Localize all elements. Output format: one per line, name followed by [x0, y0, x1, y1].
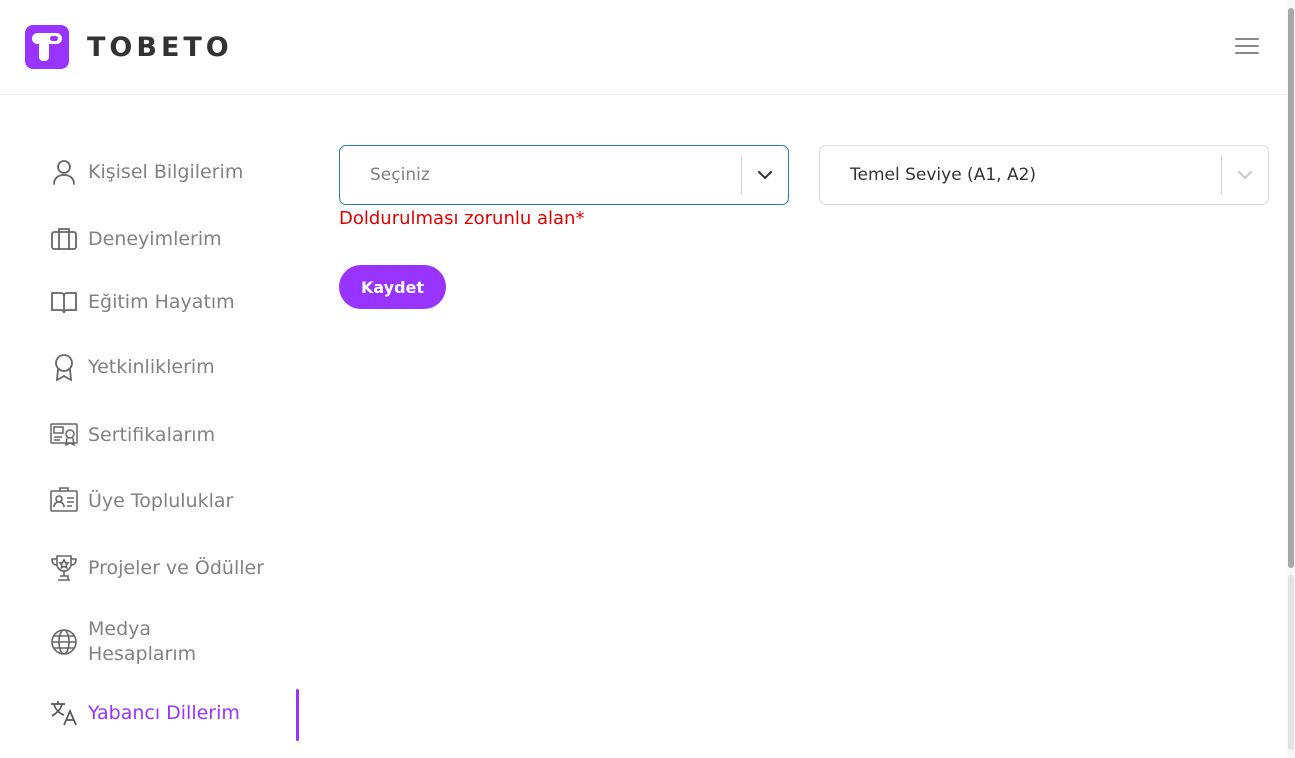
scrollbar-thumb[interactable]: [1288, 8, 1294, 568]
sidebar-item-label: Yabancı Dillerim: [88, 701, 240, 724]
sidebar-item-label: Deneyimlerim: [88, 227, 222, 250]
save-button[interactable]: Kaydet: [339, 265, 446, 309]
sidebar-item-media-accounts[interactable]: Medya Hesaplarım: [48, 617, 300, 667]
globe-icon: [48, 626, 80, 658]
sidebar-item-education[interactable]: Eğitim Hayatım: [48, 286, 300, 318]
language-select[interactable]: Seçiniz: [339, 145, 789, 205]
chevron-down-icon[interactable]: [742, 145, 788, 205]
logo-text: TOBETO: [87, 31, 233, 63]
active-indicator: [296, 689, 299, 741]
sidebar-item-skills[interactable]: Yetkinliklerim: [48, 351, 300, 383]
translate-icon: [48, 697, 80, 729]
sidebar-item-label: Kişisel Bilgilerim: [88, 160, 244, 183]
award-icon: [48, 351, 80, 383]
page-scrollbar[interactable]: [1287, 0, 1295, 758]
sidebar-item-label: Üye Topluluklar: [88, 489, 234, 512]
top-header: TOBETO: [0, 0, 1288, 95]
sidebar-item-label: Medya Hesaplarım: [88, 618, 197, 665]
chevron-down-icon[interactable]: [1222, 145, 1268, 205]
sidebar-item-label: Sertifikalarım: [88, 423, 216, 446]
sidebar-item-label: Yetkinliklerim: [88, 355, 215, 378]
sidebar-item-label: Eğitim Hayatım: [88, 290, 235, 313]
tobeto-logo[interactable]: TOBETO: [25, 25, 233, 69]
book-icon: [48, 286, 80, 318]
sidebar-item-communities[interactable]: Üye Topluluklar: [48, 485, 300, 517]
sidebar-item-foreign-languages[interactable]: Yabancı Dillerim: [48, 697, 300, 729]
level-select-value: Temel Seviye (A1, A2): [850, 165, 1037, 185]
sidebar-item-label: Projeler ve Ödüller: [88, 556, 265, 579]
logo-mark-icon: [25, 25, 69, 69]
level-select[interactable]: Temel Seviye (A1, A2): [819, 145, 1269, 205]
sidebar-item-experience[interactable]: Deneyimlerim: [48, 223, 300, 255]
trophy-icon: [48, 552, 80, 584]
hamburger-menu-icon[interactable]: [1235, 38, 1259, 56]
sidebar-item-certificates[interactable]: Sertifikalarım: [48, 419, 300, 451]
language-select-placeholder: Seçiniz: [370, 165, 430, 185]
certificate-icon: [48, 419, 80, 451]
sidebar-item-personal-info[interactable]: Kişisel Bilgilerim: [48, 156, 300, 188]
user-icon: [48, 156, 80, 188]
briefcase-icon: [48, 223, 80, 255]
sidebar-item-projects-awards[interactable]: Projeler ve Ödüller: [48, 552, 300, 584]
id-card-icon: [48, 485, 80, 517]
required-field-error: Doldurulması zorunlu alan*: [339, 208, 585, 229]
